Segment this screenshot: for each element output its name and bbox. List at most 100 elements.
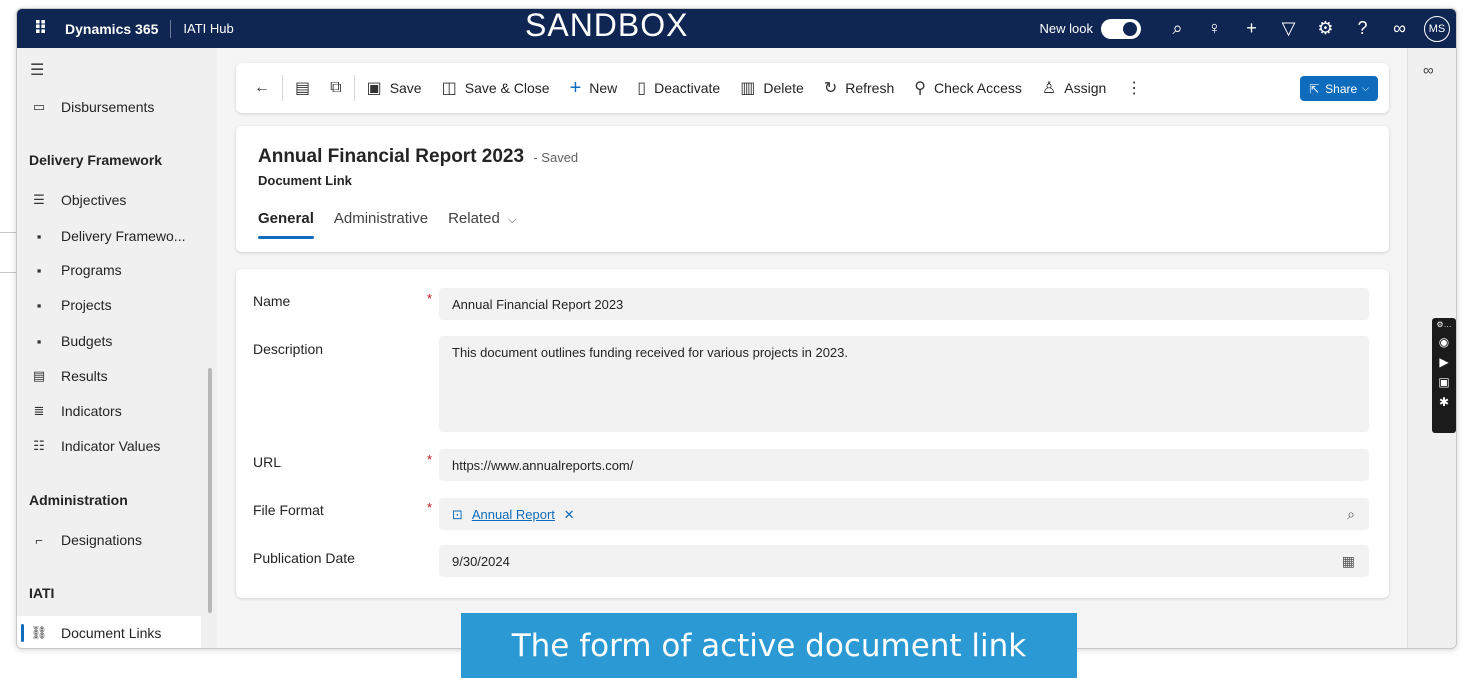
- share-label: Share: [1325, 81, 1358, 96]
- app-name[interactable]: Dynamics 365: [65, 19, 172, 38]
- lightbulb-icon[interactable]: ♀: [1196, 9, 1233, 48]
- windows-icon[interactable]: ▣: [1438, 375, 1449, 389]
- sidebar-item-disbursements[interactable]: ▭ Disbursements: [17, 90, 201, 124]
- more-commands-button[interactable]: ⋮: [1116, 71, 1152, 105]
- back-arrow-icon: ←: [254, 79, 270, 96]
- caption-banner: The form of active document link: [461, 613, 1077, 678]
- check-access-button[interactable]: ⚲ Check Access: [904, 71, 1032, 105]
- form-view-button[interactable]: ▤: [285, 71, 320, 105]
- tab-administrative[interactable]: Administrative: [334, 210, 428, 239]
- publication-date-field[interactable]: 9/30/2024 ▦: [439, 545, 1369, 577]
- tab-general[interactable]: General: [258, 210, 314, 239]
- calendar-icon[interactable]: ▦: [1342, 553, 1355, 570]
- save-close-button[interactable]: ◫ Save & Close: [432, 71, 560, 105]
- app-launcher-icon[interactable]: ⠿: [17, 9, 65, 48]
- sidebar-scrollbar[interactable]: [208, 368, 212, 613]
- save-close-icon: ◫: [441, 80, 457, 97]
- sidebar-item-document-links[interactable]: ⛓ Document Links: [17, 616, 201, 648]
- name-field[interactable]: Annual Financial Report 2023: [439, 288, 1369, 320]
- nav-group-iati: IATI: [29, 585, 55, 601]
- video-icon[interactable]: ▶: [1439, 355, 1448, 369]
- sidebar-item-budgets[interactable]: ▪ Budgets: [17, 324, 201, 358]
- avatar[interactable]: MS: [1424, 15, 1450, 42]
- sidebar-item-label: Objectives: [61, 192, 127, 208]
- share-button[interactable]: ⇱ Share ⌵: [1300, 76, 1378, 101]
- share-icon: ⇱: [1309, 81, 1320, 96]
- background-line: [0, 272, 16, 273]
- check-access-label: Check Access: [933, 80, 1022, 96]
- file-format-link[interactable]: Annual Report: [472, 507, 555, 522]
- popout-icon: ⧉: [330, 79, 342, 96]
- file-format-label: File Format: [253, 502, 324, 518]
- sidebar-item-designations[interactable]: ⌐ Designations: [17, 523, 201, 557]
- description-label: Description: [253, 341, 324, 357]
- delete-button[interactable]: ▥ Delete: [730, 71, 814, 105]
- sidebar-item-label: Indicator Values: [61, 438, 161, 454]
- sidebar-item-results[interactable]: ▤ Results: [17, 359, 201, 393]
- sidebar-item-label: Document Links: [61, 625, 162, 641]
- record-title-row: Annual Financial Report 2023 - Saved: [258, 146, 578, 168]
- tab-related[interactable]: Related ⌵: [448, 210, 516, 239]
- bullet-icon: ▪: [36, 262, 42, 278]
- environment-label: SANDBOX: [525, 8, 689, 43]
- url-label: URL: [253, 454, 282, 470]
- sidebar: ☰ ▭ Disbursements Delivery Framework ☰ O…: [17, 48, 217, 648]
- bullet-icon: ▪: [36, 228, 42, 244]
- sidebar-item-delivery-framework[interactable]: ▪ Delivery Framewo...: [17, 219, 201, 253]
- assign-button[interactable]: ♙ Assign: [1032, 71, 1116, 105]
- copilot-icon[interactable]: ∞: [1423, 62, 1434, 79]
- bullet-icon: ▪: [36, 297, 42, 313]
- plus-icon[interactable]: +: [1233, 9, 1270, 48]
- sidebar-item-objectives[interactable]: ☰ Objectives: [17, 183, 201, 217]
- save-icon: ▣: [366, 80, 382, 97]
- key-search-icon: ⚲: [914, 80, 926, 97]
- capture-menu-icon[interactable]: ⚙…: [1436, 320, 1451, 329]
- sidebar-item-label: Delivery Framewo...: [61, 228, 186, 244]
- copilot-icon[interactable]: ∞: [1381, 9, 1418, 48]
- record-header: Annual Financial Report 2023 - Saved Doc…: [236, 126, 1389, 252]
- form-icon: ▤: [295, 80, 311, 97]
- url-field[interactable]: https://www.annualreports.com/: [439, 449, 1369, 481]
- search-icon[interactable]: ⌕: [1159, 9, 1196, 48]
- sidebar-item-programs[interactable]: ▪ Programs: [17, 253, 201, 287]
- plus-icon: +: [569, 76, 582, 99]
- settings-icon[interactable]: ✱: [1439, 395, 1449, 409]
- delete-label: Delete: [763, 80, 804, 96]
- record-title: Annual Financial Report 2023: [258, 146, 525, 167]
- new-label: New: [589, 80, 618, 96]
- disbursements-icon: ▭: [32, 99, 46, 114]
- search-icon[interactable]: ⌕: [1347, 506, 1355, 523]
- open-new-window-button[interactable]: ⧉: [320, 71, 351, 105]
- file-format-lookup[interactable]: ⊡ Annual Report ✕ ⌕: [439, 498, 1369, 530]
- command-bar: ← ▤ ⧉ ▣ Save ◫ Save & Close + New ▯ Deactiva…: [236, 63, 1389, 113]
- gear-icon[interactable]: ⚙: [1307, 9, 1344, 48]
- hamburger-icon[interactable]: ☰: [30, 60, 44, 80]
- tab-list: General Administrative Related ⌵: [258, 210, 516, 239]
- sidebar-item-indicator-values[interactable]: ☷ Indicator Values: [17, 429, 201, 463]
- sidebar-item-indicators[interactable]: ≣ Indicators: [17, 394, 201, 428]
- person-assign-icon: ♙: [1041, 80, 1057, 97]
- more-vertical-icon: ⋮: [1126, 80, 1143, 97]
- hub-name[interactable]: IATI Hub: [171, 21, 233, 36]
- save-button[interactable]: ▣ Save: [357, 71, 432, 105]
- help-icon[interactable]: ?: [1344, 9, 1381, 48]
- refresh-button[interactable]: ↻ Refresh: [814, 71, 904, 105]
- results-icon: ▤: [32, 368, 46, 383]
- filter-icon[interactable]: ▽: [1270, 9, 1307, 48]
- remove-value-icon[interactable]: ✕: [564, 507, 575, 522]
- back-button[interactable]: ←: [244, 71, 280, 105]
- deactivate-button[interactable]: ▯ Deactivate: [627, 71, 730, 105]
- save-label: Save: [389, 80, 422, 96]
- sidebar-item-label: Results: [61, 368, 108, 384]
- lookup-record-icon: ⊡: [452, 507, 463, 522]
- new-button[interactable]: + New: [560, 71, 628, 105]
- camera-icon[interactable]: ◉: [1439, 335, 1449, 349]
- general-form: Name * Annual Financial Report 2023 Desc…: [236, 269, 1389, 598]
- divider: [353, 75, 355, 101]
- sidebar-item-projects[interactable]: ▪ Projects: [17, 288, 201, 322]
- sidebar-item-label: Designations: [61, 532, 142, 548]
- new-look-toggle[interactable]: [1101, 18, 1141, 39]
- top-bar-actions: New look ⌕ ♀ + ▽ ⚙ ? ∞ MS: [1040, 9, 1450, 48]
- app-window: ⠿ Dynamics 365 IATI Hub SANDBOX New look…: [16, 8, 1457, 649]
- description-field[interactable]: This document outlines funding received …: [439, 336, 1369, 432]
